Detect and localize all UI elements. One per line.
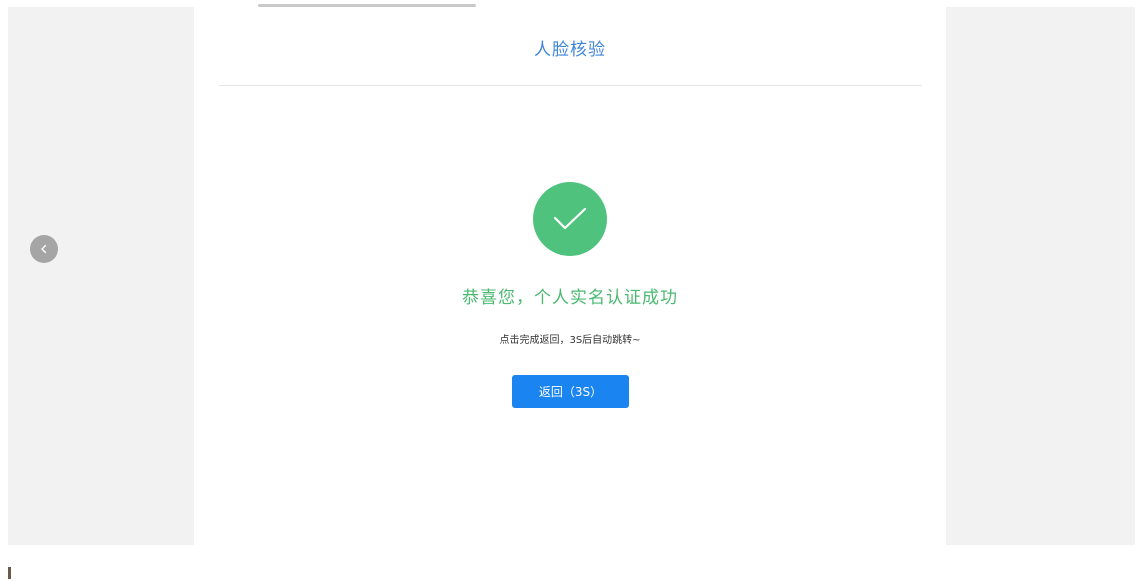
redirect-hint: 点击完成返回，3S后自动跳转~ <box>499 335 641 346</box>
left-side-panel <box>8 7 194 545</box>
back-button[interactable] <box>30 235 58 263</box>
page-title: 人脸核验 <box>534 40 606 60</box>
return-button[interactable]: 返回（3S） <box>512 375 629 408</box>
taskbar-marker <box>8 567 11 579</box>
check-icon <box>553 207 587 230</box>
success-badge <box>533 182 607 256</box>
chevron-left-icon <box>41 244 47 254</box>
right-side-panel <box>946 7 1135 545</box>
success-message: 恭喜您，个人实名认证成功 <box>462 288 678 308</box>
verification-panel: 人脸核验 恭喜您，个人实名认证成功 点击完成返回，3S后自动跳转~ 返回（3S） <box>194 7 946 545</box>
page: 人脸核验 恭喜您，个人实名认证成功 点击完成返回，3S后自动跳转~ 返回（3S） <box>0 0 1137 581</box>
title-divider <box>219 85 922 86</box>
